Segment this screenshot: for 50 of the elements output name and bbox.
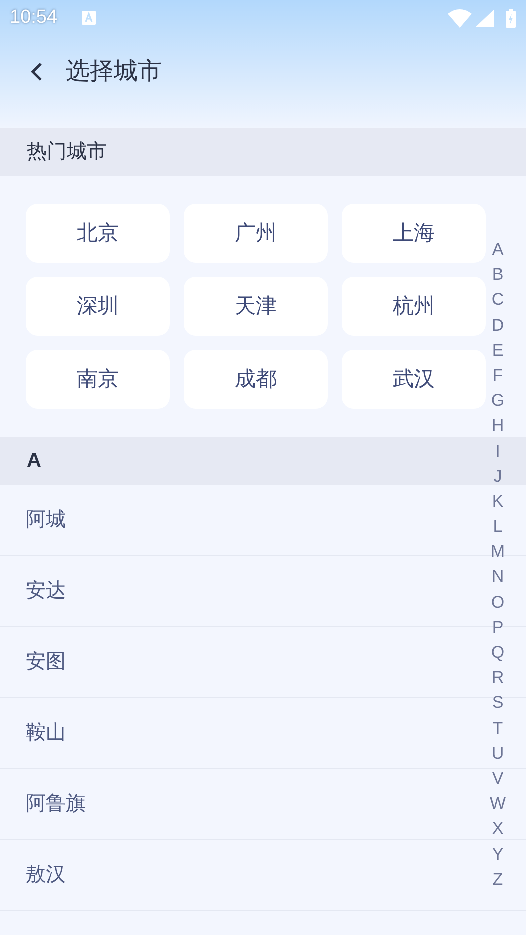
city-button[interactable]: 广州 bbox=[184, 204, 328, 263]
index-letter[interactable]: M bbox=[486, 539, 510, 564]
city-item[interactable]: 安图 bbox=[26, 647, 66, 677]
index-letter[interactable]: B bbox=[486, 262, 510, 288]
index-letter[interactable]: X bbox=[486, 816, 510, 842]
index-letter[interactable]: F bbox=[486, 362, 510, 388]
notification-icon bbox=[82, 11, 96, 25]
index-letter[interactable]: I bbox=[486, 438, 510, 464]
city-item[interactable]: 敖汉 bbox=[26, 860, 66, 890]
city-button[interactable]: 天津 bbox=[184, 277, 328, 336]
index-letter[interactable]: K bbox=[486, 488, 510, 514]
index-letter[interactable]: Z bbox=[486, 866, 510, 892]
index-letter[interactable]: G bbox=[486, 388, 510, 414]
index-letter[interactable]: S bbox=[486, 690, 510, 716]
index-letter[interactable]: Y bbox=[486, 842, 510, 867]
city-button[interactable]: 深圳 bbox=[26, 277, 170, 336]
city-item[interactable]: 阿城 bbox=[26, 505, 66, 535]
page-title: 选择城市 bbox=[66, 57, 162, 87]
city-button[interactable]: 成都 bbox=[184, 350, 328, 409]
index-letter[interactable]: Q bbox=[486, 640, 510, 666]
index-letter[interactable]: E bbox=[486, 338, 510, 363]
index-letter[interactable]: R bbox=[486, 665, 510, 690]
index-letter[interactable]: O bbox=[486, 590, 510, 615]
index-letter[interactable]: N bbox=[486, 564, 510, 590]
index-letter[interactable]: D bbox=[486, 312, 510, 338]
section-title: 热门城市 bbox=[27, 140, 107, 165]
index-letter[interactable]: U bbox=[486, 740, 510, 766]
status-time: 10:54 bbox=[10, 6, 58, 30]
index-letter[interactable]: J bbox=[486, 464, 510, 489]
battery-icon bbox=[506, 8, 516, 28]
city-button[interactable]: 上海 bbox=[342, 204, 486, 263]
back-icon[interactable] bbox=[30, 61, 44, 83]
index-letter[interactable]: H bbox=[486, 413, 510, 438]
signal-icon bbox=[476, 10, 494, 26]
wifi-icon bbox=[448, 8, 472, 28]
index-letter[interactable]: A bbox=[486, 237, 510, 262]
letter-header: A bbox=[27, 449, 42, 474]
index-letter[interactable]: L bbox=[486, 514, 510, 540]
city-button[interactable]: 北京 bbox=[26, 204, 170, 263]
city-item[interactable]: 鞍山 bbox=[26, 718, 66, 748]
city-button[interactable]: 南京 bbox=[26, 350, 170, 409]
index-letter[interactable]: P bbox=[486, 614, 510, 640]
index-letter[interactable]: V bbox=[486, 766, 510, 792]
index-letter[interactable]: W bbox=[486, 791, 510, 816]
index-letter[interactable]: C bbox=[486, 287, 510, 313]
city-button[interactable]: 武汉 bbox=[342, 350, 486, 409]
city-item[interactable]: 阿鲁旗 bbox=[26, 789, 86, 819]
city-item[interactable]: 安达 bbox=[26, 576, 66, 606]
index-letter[interactable]: T bbox=[486, 716, 510, 741]
city-button[interactable]: 杭州 bbox=[342, 277, 486, 336]
